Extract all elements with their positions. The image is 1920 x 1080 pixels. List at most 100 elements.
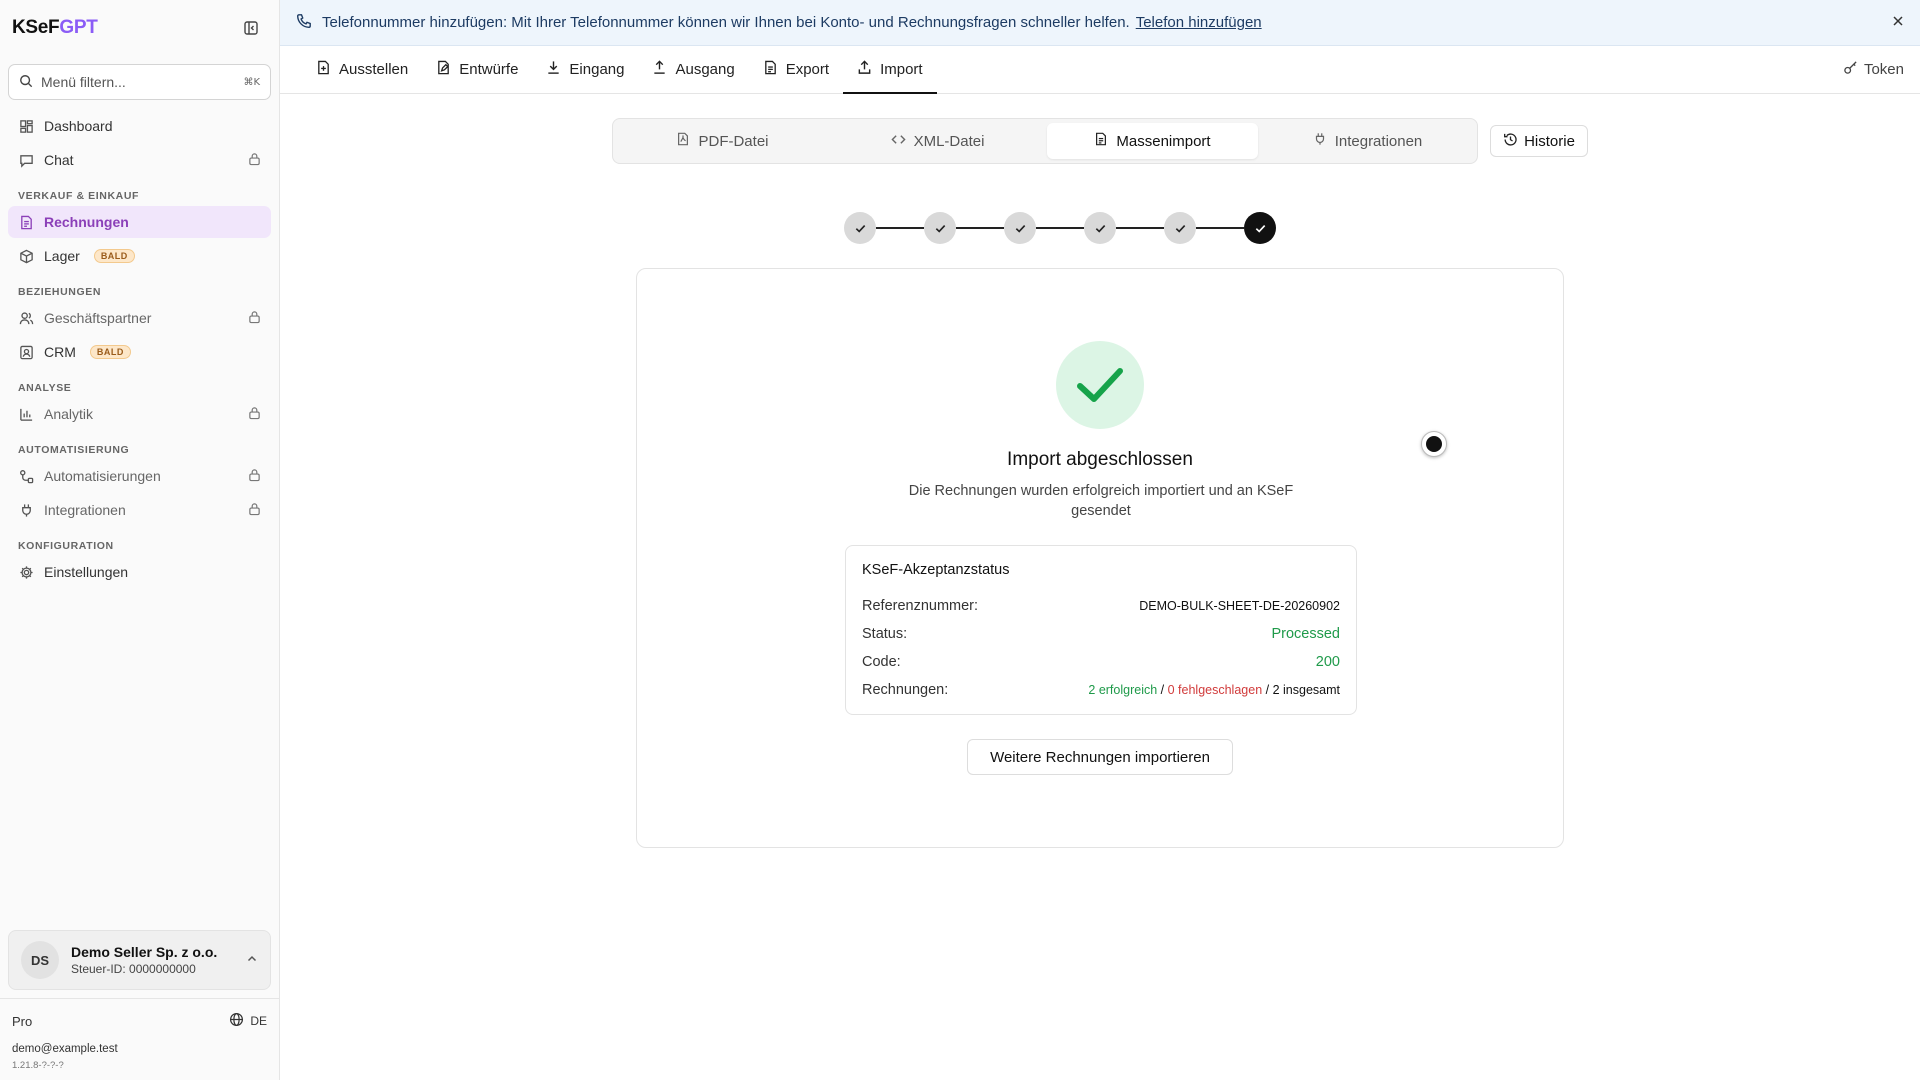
file-text-icon	[763, 60, 778, 79]
status-label: Rechnungen:	[862, 682, 949, 698]
sidebar: KSeFGPT ⌘K Dashboard Chat VERKAUF & EINK…	[0, 0, 280, 1080]
sidebar-item-label: Geschäftspartner	[44, 310, 152, 326]
sidebar-item-rechnungen[interactable]: Rechnungen	[8, 206, 271, 238]
contact-card-icon	[18, 344, 34, 360]
tab-eingang[interactable]: Eingang	[532, 46, 638, 93]
add-phone-link[interactable]: Telefon hinzufügen	[1136, 14, 1262, 31]
tab-export[interactable]: Export	[749, 46, 843, 93]
menu-search[interactable]: ⌘K	[8, 64, 271, 100]
sidebar-item-label: Automatisierungen	[44, 468, 161, 484]
key-icon	[1843, 60, 1858, 79]
coming-soon-badge: BALD	[93, 249, 135, 263]
separator: /	[1160, 683, 1168, 697]
phone-banner: Telefonnummer hinzufügen: Mit Ihrer Tele…	[280, 0, 1920, 46]
sidebar-item-dashboard[interactable]: Dashboard	[8, 110, 271, 142]
package-icon	[18, 248, 34, 264]
sidebar-divider	[0, 998, 279, 999]
plan-label: Pro	[12, 1013, 33, 1029]
step-connector	[1036, 227, 1084, 229]
sidebar-item-automatisierungen[interactable]: Automatisierungen	[8, 460, 271, 492]
tab-label: Import	[880, 61, 923, 78]
tab-pdf-file[interactable]: PDF-Datei	[617, 123, 828, 159]
tab-ausgang[interactable]: Ausgang	[638, 46, 748, 93]
account-name: Demo Seller Sp. z o.o.	[71, 944, 218, 960]
status-label: Status:	[862, 626, 908, 642]
status-value: Processed	[1271, 626, 1340, 642]
logo-row: KSeFGPT	[0, 0, 279, 56]
history-button[interactable]: Historie	[1490, 125, 1588, 157]
logo-accent: GPT	[59, 17, 98, 38]
sidebar-item-label: Rechnungen	[44, 214, 129, 230]
check-icon	[935, 224, 945, 233]
close-icon[interactable]	[1892, 14, 1904, 31]
status-row-reference: Referenznummer: DEMO-BULK-SHEET-DE-20260…	[862, 592, 1340, 620]
workflow-icon	[18, 468, 34, 484]
sidebar-collapse-icon[interactable]	[241, 18, 261, 38]
step-connector	[1116, 227, 1164, 229]
dashboard-icon	[18, 118, 34, 134]
tab-label: Ausstellen	[339, 61, 409, 78]
invoices-success: 2 erfolgreich	[1088, 683, 1158, 697]
account-switcher[interactable]: DS Demo Seller Sp. z o.o. Steuer-ID: 000…	[8, 930, 271, 990]
reference-number: DEMO-BULK-SHEET-DE-20260902	[1139, 599, 1340, 613]
avatar: DS	[21, 941, 59, 979]
history-icon	[1503, 132, 1518, 151]
bar-chart-icon	[18, 406, 34, 422]
lock-icon	[248, 406, 261, 423]
sidebar-item-geschaeftspartner[interactable]: Geschäftspartner	[8, 302, 271, 334]
tab-bulk-import[interactable]: Massenimport	[1047, 123, 1258, 159]
check-icon	[1095, 224, 1105, 233]
sidebar-item-analytik[interactable]: Analytik	[8, 398, 271, 430]
sidebar-item-label: Chat	[44, 152, 74, 168]
token-button[interactable]: Token	[1843, 46, 1920, 93]
result-description: Die Rechnungen wurden erfolgreich import…	[908, 483, 1294, 519]
logo-main: KSeF	[12, 17, 60, 38]
language-label: DE	[250, 1014, 267, 1028]
search-shortcut: ⌘K	[243, 76, 260, 88]
status-row-invoices: Rechnungen: 2 erfolgreich / 0 fehlgeschl…	[862, 676, 1340, 704]
step-complete-4	[1084, 212, 1116, 244]
step-complete-6	[1244, 212, 1276, 244]
sidebar-item-chat[interactable]: Chat	[8, 144, 271, 176]
sidebar-item-label: Dashboard	[44, 118, 113, 134]
tab-integrations[interactable]: Integrationen	[1262, 123, 1473, 159]
tab-ausstellen[interactable]: Ausstellen	[302, 46, 422, 93]
section-label-config: KONFIGURATION	[18, 540, 114, 552]
tab-xml-file[interactable]: XML-Datei	[832, 123, 1043, 159]
section-label-analysis: ANALYSE	[18, 382, 72, 394]
language-switcher[interactable]: DE	[229, 1012, 267, 1030]
sidebar-item-einstellungen[interactable]: Einstellungen	[8, 556, 271, 588]
gear-icon	[18, 564, 34, 580]
chat-icon	[18, 152, 34, 168]
lock-icon	[248, 468, 261, 485]
search-icon	[19, 74, 33, 91]
chevron-up-icon	[246, 952, 258, 968]
plug-icon	[1313, 132, 1327, 150]
status-label: Referenznummer:	[862, 598, 979, 614]
status-code: 200	[1315, 654, 1340, 670]
sidebar-item-lager[interactable]: Lager BALD	[8, 240, 271, 272]
invoices-failed: 0 fehlgeschlagen	[1167, 683, 1263, 697]
download-icon	[546, 60, 561, 79]
step-complete-3	[1004, 212, 1036, 244]
tab-label: Ausgang	[675, 61, 735, 78]
menu-search-input[interactable]	[41, 74, 236, 90]
app-logo[interactable]: KSeFGPT	[12, 17, 98, 39]
step-connector	[1196, 227, 1244, 229]
invoice-top-nav: Ausstellen Entwürfe Eingang Ausgang Expo…	[280, 46, 1920, 94]
status-label: Code:	[862, 654, 901, 670]
invoices-total: 2 insgesamt	[1272, 683, 1340, 697]
tab-import[interactable]: Import	[843, 46, 937, 94]
sidebar-item-label: Analytik	[44, 406, 94, 422]
sidebar-item-integrationen[interactable]: Integrationen	[8, 494, 271, 526]
step-complete-1	[844, 212, 876, 244]
file-plus-icon	[316, 60, 331, 79]
tab-entwuerfe[interactable]: Entwürfe	[422, 46, 532, 93]
sidebar-item-crm[interactable]: CRM BALD	[8, 336, 271, 368]
import-more-button[interactable]: Weitere Rechnungen importieren	[967, 739, 1233, 775]
code-icon	[890, 132, 906, 151]
success-check-icon	[1056, 341, 1144, 429]
mouse-cursor-icon	[1421, 431, 1447, 457]
check-icon	[1175, 224, 1185, 233]
ksef-status-box: KSeF-Akzeptanzstatus Referenznummer: DEM…	[845, 545, 1357, 715]
